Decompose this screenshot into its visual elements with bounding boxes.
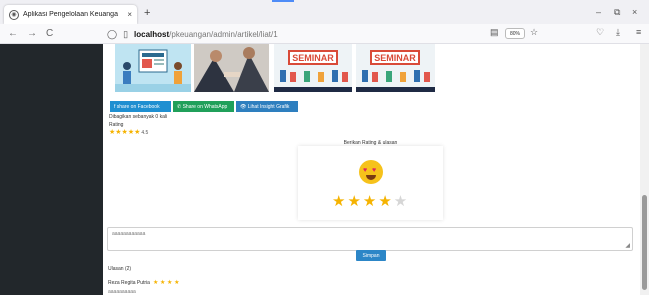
- save-button[interactable]: Simpan: [356, 250, 386, 261]
- average-rating-value: 4.5: [141, 130, 149, 136]
- bookmark-star-icon[interactable]: ☆: [530, 27, 538, 38]
- site-favicon-icon: ◉: [9, 9, 19, 20]
- unselected-star[interactable]: ★: [394, 193, 409, 210]
- menu-icon[interactable]: ≡: [636, 27, 641, 37]
- average-rating: ★★★★★4.5: [109, 128, 148, 136]
- heart-eye-left-icon: ♥: [363, 167, 368, 174]
- heart-eyes-emoji-icon: ♥ ♥: [359, 160, 383, 184]
- seminar-footer-strip-1: [274, 87, 352, 92]
- seminar-audience-1: [280, 70, 348, 82]
- url-host: localhost: [134, 29, 170, 39]
- page-scrollbar-thumb[interactable]: [642, 195, 647, 290]
- review-typed-text: aaaaaaaaaaaa: [112, 231, 146, 237]
- admin-sidebar: [0, 44, 103, 295]
- zoom-level[interactable]: 80%: [505, 28, 525, 39]
- news-thumbnail[interactable]: [115, 44, 191, 92]
- browser-tab-bar: ◉ Aplikasi Pengelolaan Keuanga × + – ⧉ ×: [0, 0, 649, 24]
- browser-nav-bar: ← → C ◯ ▯ localhost /pkeuangan/admin/art…: [0, 24, 649, 44]
- back-button[interactable]: ←: [8, 28, 18, 39]
- view-insight-button[interactable]: 👁 Lihat Insight Grafik: [236, 101, 298, 112]
- tab-indicator-line: [272, 0, 294, 2]
- rate-card: ♥ ♥ ★★★★★: [298, 146, 443, 220]
- seminar-thumbnail-1[interactable]: SEMINAR: [274, 44, 352, 92]
- url-path: /pkeuangan/admin/artikel/liat/1: [169, 29, 278, 39]
- handshake-photo: [194, 44, 269, 92]
- minimize-button[interactable]: –: [596, 7, 601, 17]
- handshake-photo-thumbnail[interactable]: [194, 44, 269, 92]
- seminar-audience-2: [362, 70, 430, 82]
- review-stars: ★ ★ ★ ★: [152, 280, 180, 286]
- share-buttons: f share on Facebook ✆ Share on WhatsApp …: [110, 101, 298, 112]
- article-content: SEMINAR SEMINAR f share on Facebook ✆ Sh…: [103, 44, 640, 295]
- news-illustration: [115, 49, 191, 92]
- share-facebook-button[interactable]: f share on Facebook: [110, 101, 171, 112]
- emoji-mouth: [366, 175, 376, 180]
- tab-title: Aplikasi Pengelolaan Keuanga: [23, 11, 118, 18]
- reviewer-name: Reza Regita Putria: [108, 280, 150, 286]
- forward-button[interactable]: →: [27, 28, 37, 39]
- review-item: Reza Regita Putria ★ ★ ★ ★: [108, 279, 180, 286]
- window-close-button[interactable]: ×: [632, 7, 637, 17]
- share-whatsapp-button[interactable]: ✆ Share on WhatsApp: [173, 101, 234, 112]
- maximize-button[interactable]: ⧉: [614, 7, 620, 18]
- pocket-icon[interactable]: ♡: [596, 27, 604, 38]
- page-icon: ▯: [123, 28, 129, 39]
- reviews-header: Ulasan (2): [108, 266, 132, 272]
- reload-button[interactable]: C: [46, 28, 53, 39]
- seminar-thumbnail-2[interactable]: SEMINAR: [356, 44, 435, 92]
- heart-eye-right-icon: ♥: [372, 167, 377, 174]
- star-rating-input[interactable]: ★★★★★: [332, 192, 409, 210]
- shield-icon: ◯: [107, 28, 118, 39]
- address-bar[interactable]: ◯ ▯ localhost /pkeuangan/admin/artikel/l…: [107, 27, 547, 41]
- selected-stars[interactable]: ★★★★: [332, 193, 394, 210]
- new-tab-button[interactable]: +: [144, 7, 150, 19]
- tab-close-icon[interactable]: ×: [127, 10, 132, 19]
- review-text: aaaaaaaaaa: [108, 289, 136, 295]
- browser-tab[interactable]: ◉ Aplikasi Pengelolaan Keuanga ×: [4, 5, 137, 24]
- review-textarea[interactable]: aaaaaaaaaaaa ◢: [107, 227, 633, 251]
- average-rating-stars: ★★★★★: [109, 129, 141, 136]
- resize-handle-icon[interactable]: ◢: [625, 242, 630, 249]
- download-icon[interactable]: ⤓: [616, 27, 620, 38]
- shared-count-text: Dibagikan sebanyak 0 kali: [109, 114, 168, 120]
- reader-view-icon[interactable]: ▤: [490, 27, 499, 38]
- seminar-footer-strip-2: [356, 87, 435, 92]
